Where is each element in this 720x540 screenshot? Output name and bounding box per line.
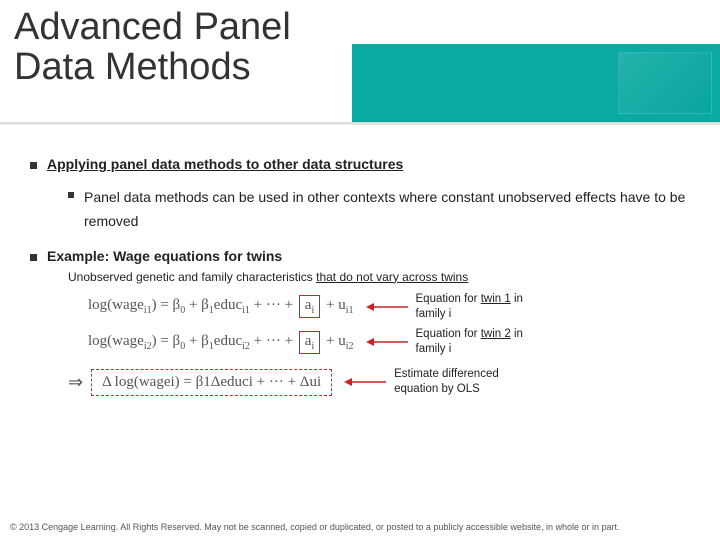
bullet-1a: Panel data methods can be used in other …: [68, 186, 690, 234]
arrow-icon: [366, 300, 408, 314]
bullet-icon: [30, 254, 37, 261]
equation-twin1-note: Equation for twin 1 in family i: [416, 292, 554, 322]
equation-diff-row: ⇒ Δ log(wagei) = β1Δeduci + ··· + Δui Es…: [68, 367, 690, 397]
bullet-2: Example: Wage equations for twins: [30, 248, 690, 264]
slide-content: Applying panel data methods to other dat…: [0, 128, 720, 397]
arrow-icon: [344, 375, 386, 389]
slide-header: Advanced Panel Data Methods: [0, 0, 720, 128]
equation-twin2-row: log(wagei2) = β0 + β1educi2 + ··· + ai +…: [88, 327, 690, 357]
equation-twin1: log(wagei1) = β0 + β1educi1 + ··· + ai +…: [88, 295, 354, 318]
equation-twin2: log(wagei2) = β0 + β1educi2 + ··· + ai +…: [88, 331, 354, 354]
arrow-icon: [366, 335, 408, 349]
bullet-icon: [30, 162, 37, 169]
bullet-1: Applying panel data methods to other dat…: [30, 156, 690, 172]
copyright-footer: © 2013 Cengage Learning. All Rights Rese…: [10, 522, 710, 532]
equation-twin1-row: log(wagei1) = β0 + β1educi1 + ··· + ai +…: [88, 292, 690, 322]
bullet-1-text: Applying panel data methods to other dat…: [47, 156, 403, 172]
bullet-icon: [68, 192, 74, 198]
header-divider: [0, 122, 720, 125]
bullet-2-text: Example: Wage equations for twins: [47, 248, 282, 264]
bullet-1a-text: Panel data methods can be used in other …: [84, 186, 690, 234]
equation-twin2-note: Equation for twin 2 in family i: [416, 327, 554, 357]
equation-diff: Δ log(wagei) = β1Δeduci + ··· + Δui: [91, 369, 332, 396]
slide-title: Advanced Panel Data Methods: [0, 0, 720, 88]
equation-diff-note: Estimate differenced equation by OLS: [394, 367, 532, 397]
unobserved-note: Unobserved genetic and family characteri…: [68, 270, 690, 284]
implies-icon: ⇒: [68, 372, 83, 393]
